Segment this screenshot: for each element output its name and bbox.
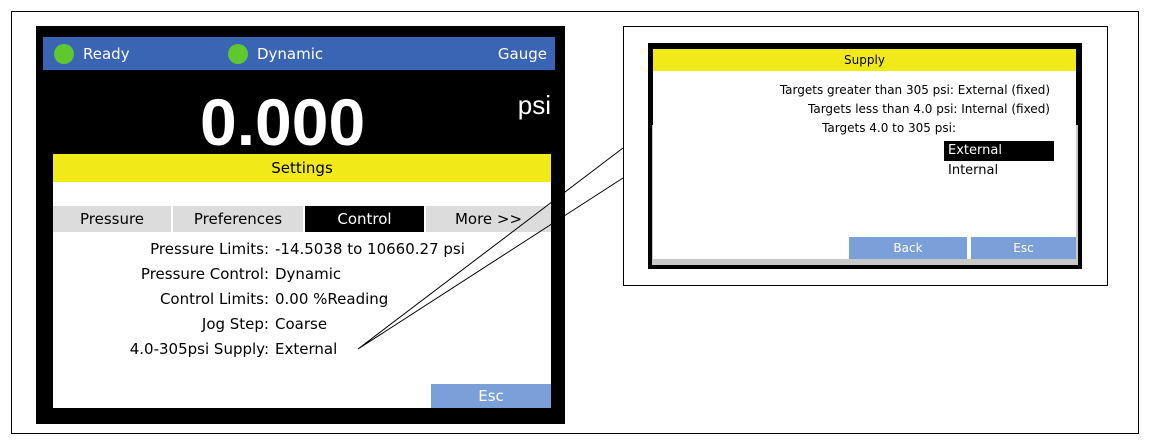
supply-line-range: Targets 4.0 to 305 psi: bbox=[822, 121, 956, 135]
param-value: Coarse bbox=[275, 315, 328, 333]
ready-led-icon bbox=[54, 43, 74, 64]
tab-pressure[interactable]: Pressure bbox=[53, 206, 173, 232]
dynamic-led-icon bbox=[228, 43, 248, 64]
param-supply[interactable]: 4.0-305psi Supply: External bbox=[53, 338, 551, 360]
supply-line-low: Targets less than 4.0 psi: Internal (fix… bbox=[808, 102, 1050, 116]
settings-tabs: Pressure Preferences Control More >> bbox=[53, 206, 551, 232]
pressure-reading: 0.000 bbox=[200, 85, 366, 159]
tab-more[interactable]: More >> bbox=[426, 206, 551, 232]
status-gauge-label: Gauge bbox=[497, 44, 547, 63]
pressure-unit[interactable]: psi bbox=[518, 90, 551, 121]
status-control-mode[interactable]: Dynamic bbox=[228, 37, 323, 70]
device-screen: Ready Dynamic Gauge 0.000 psi Settings P… bbox=[36, 26, 565, 424]
param-label: Pressure Control: bbox=[140, 265, 269, 283]
esc-button[interactable]: Esc bbox=[431, 384, 551, 408]
supply-option-internal[interactable]: Internal bbox=[944, 161, 1054, 181]
status-bar: Ready Dynamic Gauge bbox=[43, 37, 555, 70]
zoom-inset: Supply Targets greater than 305 psi: Ext… bbox=[623, 26, 1108, 286]
param-label: Control Limits: bbox=[159, 290, 269, 308]
status-mode-label: Dynamic bbox=[257, 44, 324, 63]
supply-option-external[interactable]: External bbox=[944, 141, 1054, 161]
param-value: External bbox=[275, 340, 338, 358]
back-button[interactable]: Back bbox=[849, 237, 967, 259]
settings-panel: Settings Pressure Preferences Control Mo… bbox=[53, 154, 551, 408]
status-ready: Ready bbox=[54, 37, 130, 70]
tab-preferences[interactable]: Preferences bbox=[173, 206, 305, 232]
settings-title: Settings bbox=[53, 154, 551, 182]
param-pressure-control[interactable]: Pressure Control: Dynamic bbox=[53, 263, 551, 285]
param-label: Jog Step: bbox=[201, 315, 269, 333]
param-label: Pressure Limits: bbox=[150, 240, 269, 258]
param-value: Dynamic bbox=[275, 265, 342, 283]
param-jog-step[interactable]: Jog Step: Coarse bbox=[53, 313, 551, 335]
param-pressure-limits[interactable]: Pressure Limits: -14.5038 to 10660.27 ps… bbox=[53, 238, 551, 260]
param-value: 0.00 %Reading bbox=[275, 290, 389, 308]
param-label: 4.0-305psi Supply: bbox=[129, 340, 269, 358]
supply-dialog: Supply Targets greater than 305 psi: Ext… bbox=[653, 49, 1076, 259]
tab-control[interactable]: Control bbox=[305, 206, 426, 232]
status-ready-label: Ready bbox=[83, 44, 130, 63]
supply-line-high: Targets greater than 305 psi: External (… bbox=[779, 83, 1050, 97]
supply-dialog-title: Supply bbox=[653, 49, 1076, 71]
param-value: -14.5038 to 10660.27 psi bbox=[275, 240, 465, 258]
status-gauge-mode[interactable]: Gauge bbox=[498, 37, 547, 70]
param-control-limits[interactable]: Control Limits: 0.00 %Reading bbox=[53, 288, 551, 310]
dialog-esc-button[interactable]: Esc bbox=[971, 237, 1076, 259]
